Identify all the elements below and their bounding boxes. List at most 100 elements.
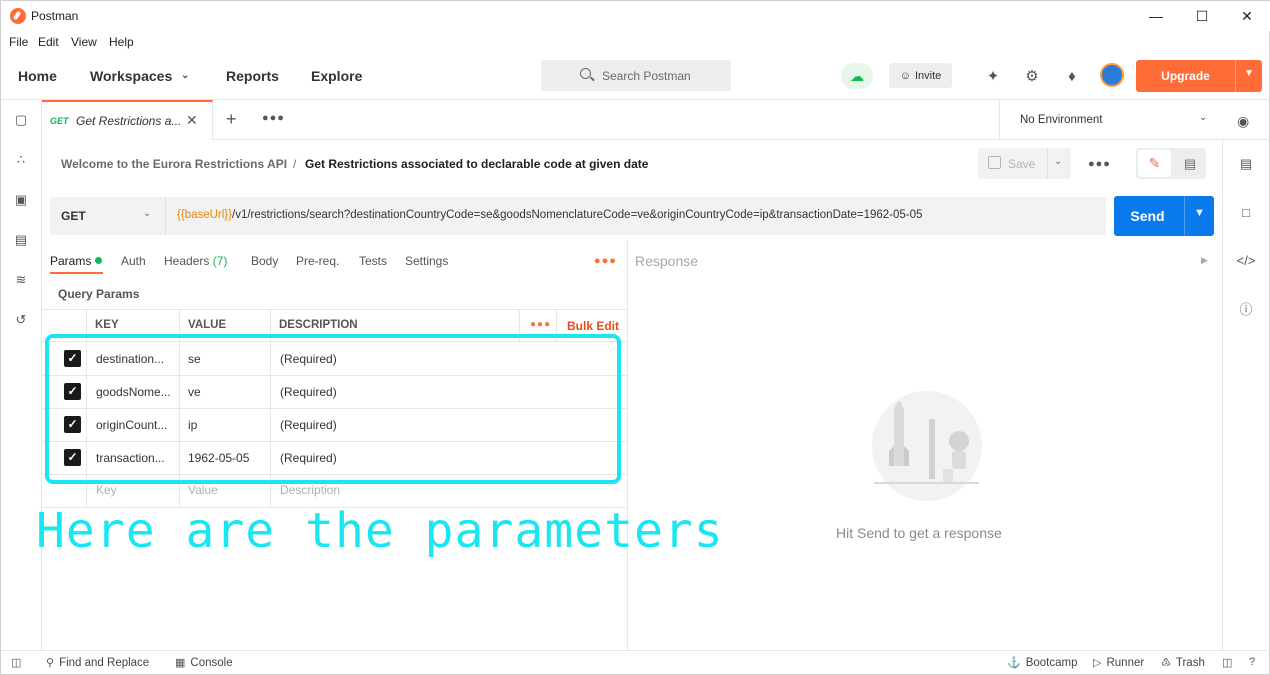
column-header-value: VALUE — [188, 319, 227, 331]
tab-tests[interactable]: Tests — [359, 254, 387, 268]
chevron-down-icon[interactable]: ▼ — [1244, 68, 1254, 79]
postman-logo-icon — [10, 8, 26, 24]
comment-icon[interactable]: ▤ — [1176, 150, 1204, 177]
bootcamp-button[interactable]: ⚓ Bootcamp — [1007, 656, 1078, 670]
help-icon[interactable]: ? — [1249, 656, 1255, 668]
upgrade-button[interactable]: Upgrade ▼ — [1136, 60, 1262, 92]
runner-icon: ▷ — [1093, 657, 1102, 669]
nav-explore[interactable]: Explore — [311, 68, 362, 84]
find-replace-button[interactable]: ⚲ Find and Replace — [46, 656, 150, 670]
environments-icon[interactable]: ▣ — [12, 191, 30, 209]
layout-icon[interactable]: ◫ — [1222, 656, 1232, 669]
console-button[interactable]: ▦ Console — [175, 656, 233, 670]
url-path: /v1/restrictions/search?destinationCount… — [232, 209, 923, 221]
find-replace-label: Find and Replace — [59, 656, 150, 669]
tab-title[interactable]: Get Restrictions a... — [76, 114, 181, 128]
invite-label: Invite — [914, 69, 942, 82]
close-icon[interactable]: ✕ — [186, 112, 198, 129]
param-key-placeholder[interactable]: Key — [96, 483, 117, 497]
toggle-sidebar-icon[interactable]: ◫ — [11, 656, 21, 669]
nav-reports[interactable]: Reports — [226, 68, 279, 84]
more-icon[interactable]: ●●● — [262, 112, 285, 124]
status-dot — [95, 257, 103, 264]
upgrade-label: Upgrade — [1161, 69, 1210, 83]
chevron-down-icon[interactable]: ⌄ — [1054, 156, 1062, 167]
bulk-edit-link[interactable]: Bulk Edit — [567, 319, 619, 333]
tab-params[interactable]: Params — [50, 254, 103, 268]
collections-icon[interactable]: ▢ — [12, 111, 30, 129]
chevron-down-icon[interactable]: ⌄ — [143, 208, 151, 219]
breadcrumb-parent[interactable]: Welcome to the Eurora Restrictions API — [61, 157, 287, 171]
info-icon[interactable]: ⓘ — [1237, 299, 1255, 317]
divider — [1184, 196, 1185, 236]
avatar[interactable] — [1100, 63, 1124, 87]
more-icon[interactable]: ●●● — [1088, 158, 1111, 170]
bell-icon[interactable]: ♦ — [1061, 65, 1083, 87]
tab-prereq[interactable]: Pre-req. — [296, 254, 339, 268]
more-icon[interactable]: ●●● — [594, 255, 617, 267]
runner-button[interactable]: ▷ Runner — [1093, 656, 1144, 670]
trash-button[interactable]: ♳ Trash — [1161, 656, 1205, 670]
tab-auth[interactable]: Auth — [121, 254, 146, 268]
nav-workspaces[interactable]: Workspaces — [90, 68, 172, 84]
headers-count: (7) — [212, 254, 228, 268]
window-title: Postman — [31, 9, 79, 23]
param-value-placeholder[interactable]: Value — [188, 483, 218, 497]
maximize-icon[interactable]: ☐ — [1179, 1, 1225, 31]
param-description-placeholder[interactable]: Description — [280, 483, 340, 497]
annotation-highlight-box — [45, 334, 621, 484]
chevron-down-icon[interactable]: ▼ — [1194, 207, 1205, 219]
url-text[interactable]: {{baseUrl}}/v1/restrictions/search?desti… — [177, 209, 922, 221]
code-icon[interactable]: </> — [1237, 251, 1256, 269]
console-icon: ▦ — [175, 657, 186, 669]
breadcrumb-current: Get Restrictions associated to declarabl… — [305, 157, 649, 171]
more-icon[interactable]: ●●● — [530, 319, 551, 330]
save-button[interactable]: Save ⌄ — [978, 148, 1071, 179]
tab-settings[interactable]: Settings — [405, 254, 448, 268]
tab-body[interactable]: Body — [251, 254, 278, 268]
minimize-icon[interactable]: — — [1133, 1, 1179, 31]
cloud-sync-icon[interactable]: ☁ — [841, 63, 873, 89]
menu-view[interactable]: View — [71, 35, 97, 49]
pane-divider[interactable] — [627, 241, 628, 650]
menu-edit[interactable]: Edit — [38, 35, 59, 49]
annotation-text: Here are the parameters — [36, 503, 724, 559]
save-label: Save — [1008, 157, 1036, 171]
menu-help[interactable]: Help — [109, 35, 134, 49]
tab-headers[interactable]: Headers (7) — [164, 254, 227, 268]
divider — [1047, 148, 1048, 179]
mock-servers-icon[interactable]: ▤ — [12, 231, 30, 249]
mode-toggle: ✎ ▤ — [1136, 148, 1206, 179]
satellite-icon[interactable]: ✦ — [982, 65, 1004, 87]
chevron-down-icon[interactable]: ⌄ — [1199, 112, 1207, 123]
menu-file[interactable]: File — [9, 35, 28, 49]
monitors-icon[interactable]: ≋ — [12, 271, 30, 289]
search-icon: ⚲ — [46, 657, 55, 669]
nav-home[interactable]: Home — [18, 68, 57, 84]
bootcamp-icon: ⚓ — [1007, 657, 1021, 669]
send-label: Send — [1130, 208, 1165, 224]
add-tab-icon[interactable]: + — [226, 109, 237, 130]
breadcrumb-separator: / — [293, 157, 297, 171]
eye-icon[interactable]: ◉ — [1237, 113, 1249, 130]
rocket-astronaut-illustration — [872, 391, 982, 501]
environment-label: No Environment — [1020, 114, 1103, 126]
gear-icon[interactable]: ⚙ — [1021, 65, 1043, 87]
trash-label: Trash — [1175, 656, 1205, 669]
apis-icon[interactable]: ∴ — [12, 151, 30, 169]
query-params-title: Query Params — [58, 287, 140, 301]
bootcamp-label: Bootcamp — [1025, 656, 1078, 669]
invite-button[interactable]: ☺ Invite — [889, 63, 952, 88]
pencil-icon[interactable]: ✎ — [1138, 150, 1171, 177]
history-icon[interactable]: ↺ — [12, 311, 30, 329]
table-border — [42, 309, 627, 310]
close-window-icon[interactable]: ✕ — [1224, 1, 1270, 31]
title-bar — [1, 1, 1270, 31]
tab-params-label: Params — [50, 254, 92, 268]
send-button[interactable]: Send ▼ — [1114, 196, 1214, 236]
column-header-description: DESCRIPTION — [279, 319, 358, 331]
documentation-icon[interactable]: ▤ — [1237, 155, 1255, 173]
comments-icon[interactable]: □ — [1237, 203, 1255, 221]
chevron-right-icon[interactable]: ▶ — [1201, 255, 1208, 266]
chevron-down-icon[interactable]: ⌄ — [181, 70, 189, 81]
